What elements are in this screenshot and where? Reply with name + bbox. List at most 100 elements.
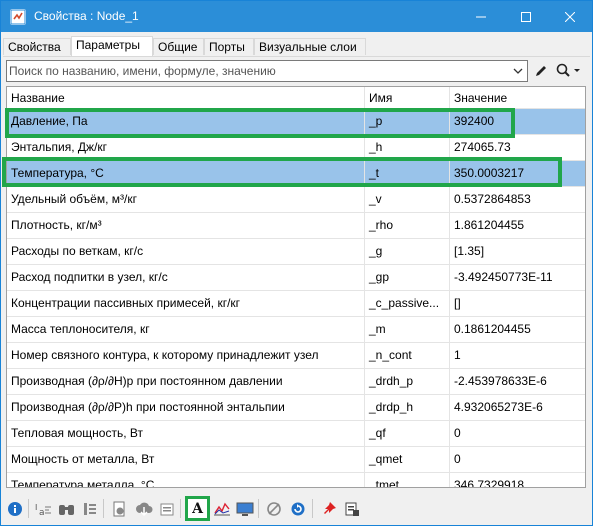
param-value-cell[interactable]: 274065.73 — [450, 135, 585, 160]
param-id-cell: _drdp_h — [365, 395, 450, 420]
svg-text:I: I — [35, 503, 37, 512]
pin-icon[interactable] — [319, 499, 338, 518]
info-icon[interactable] — [5, 499, 24, 518]
table-row[interactable]: Расходы по веткам, кг/с _g [1.35] — [7, 239, 585, 265]
toolbar-separator — [28, 499, 29, 518]
sort-alpha-icon[interactable]: Ia — [34, 499, 53, 518]
param-name-cell: Плотность, кг/м³ — [7, 213, 365, 238]
edit-formula-button[interactable] — [531, 61, 551, 81]
table-row[interactable]: Тепловая мощность, Вт _qf 0 — [7, 421, 585, 447]
close-button[interactable] — [547, 1, 592, 32]
font-icon[interactable]: A — [185, 496, 210, 521]
param-name-cell: Масса теплоносителя, кг — [7, 317, 365, 342]
list-icon[interactable] — [80, 499, 99, 518]
param-value-cell[interactable]: -3.492450773E-11 — [450, 265, 585, 290]
param-id-cell: _p — [365, 109, 450, 134]
download-icon[interactable] — [134, 499, 153, 518]
document-settings-icon[interactable] — [109, 499, 128, 518]
param-value-cell[interactable]: 0 — [450, 447, 585, 472]
search-options-button[interactable] — [554, 61, 584, 81]
cancel-icon[interactable] — [264, 499, 283, 518]
param-name-cell: Расходы по веткам, кг/с — [7, 239, 365, 264]
param-name-cell: Мощность от металла, Вт — [7, 447, 365, 472]
param-value-cell[interactable]: [] — [450, 291, 585, 316]
pencil-icon — [536, 66, 546, 76]
table-row[interactable]: Производная (∂ρ/∂H)p при постоянном давл… — [7, 369, 585, 395]
chart-icon[interactable] — [212, 499, 231, 518]
table-row[interactable]: Мощность от металла, Вт _qmet 0 — [7, 447, 585, 473]
param-id-cell: _c_passive... — [365, 291, 450, 316]
title-bar[interactable]: Свойства : Node_1 — [1, 1, 592, 32]
tab-properties[interactable]: Свойства — [3, 38, 71, 55]
print-icon[interactable] — [342, 499, 361, 518]
chevron-down-icon[interactable] — [511, 64, 525, 78]
param-id-cell: _m — [365, 317, 450, 342]
param-name-cell: Производная (∂ρ/∂P)h при постоянной энта… — [7, 395, 365, 420]
toolbar-separator — [103, 499, 104, 518]
app-icon — [10, 9, 26, 25]
refresh-icon[interactable] — [288, 499, 307, 518]
param-id-cell: _g — [365, 239, 450, 264]
table-row[interactable]: Удельный объём, м³/кг _v 0.5372864853 — [7, 187, 585, 213]
table-row[interactable]: Плотность, кг/м³ _rho 1.861204455 — [7, 213, 585, 239]
header-value[interactable]: Значение — [450, 87, 585, 108]
tab-general[interactable]: Общие — [153, 38, 204, 55]
minimize-icon — [475, 16, 486, 17]
monitor-icon[interactable] — [235, 499, 254, 518]
tab-visual-layers[interactable]: Визуальные слои — [254, 38, 366, 55]
param-name-cell: Производная (∂ρ/∂H)p при постоянном давл… — [7, 369, 365, 394]
maximize-button[interactable] — [503, 1, 548, 32]
header-name[interactable]: Название — [7, 87, 365, 108]
table-row[interactable]: Энтальпия, Дж/кг _h 274065.73 — [7, 135, 585, 161]
table-row[interactable]: Расход подпитки в узел, кг/с _gp -3.492450… — [7, 265, 585, 291]
tab-ports[interactable]: Порты — [204, 38, 254, 55]
table-header: Название Имя Значение — [7, 87, 585, 109]
param-id-cell: _n_cont — [365, 343, 450, 368]
param-name-cell: Номер связного контура, к которому прина… — [7, 343, 365, 368]
table-row[interactable]: Номер связного контура, к которому прина… — [7, 343, 585, 369]
toolbar-separator — [258, 499, 259, 518]
param-value-cell[interactable]: 0.1861204455 — [450, 317, 585, 342]
maximize-icon — [520, 11, 531, 22]
search-input[interactable] — [9, 62, 509, 80]
param-value-cell[interactable]: 0.5372864853 — [450, 187, 585, 212]
table-row[interactable]: Производная (∂ρ/∂P)h при постоянной энта… — [7, 395, 585, 421]
properties-window: Свойства : Node_1 Свойства Параметры Общ… — [0, 0, 593, 526]
param-id-cell: _gp — [365, 265, 450, 290]
param-value-cell[interactable]: [1.35] — [450, 239, 585, 264]
param-name-cell: Энтальпия, Дж/кг — [7, 135, 365, 160]
tab-strip: Свойства Параметры Общие Порты Визуальны… — [3, 36, 590, 56]
table-row[interactable]: Давление, Па _p 392400 — [7, 109, 585, 135]
param-value-cell[interactable]: 1.861204455 — [450, 213, 585, 238]
tab-divider — [3, 56, 590, 57]
param-name-cell: Температура металла, °С — [7, 473, 365, 487]
table-row[interactable]: Концентрации пассивных примесей, кг/кг _c… — [7, 291, 585, 317]
minimize-button[interactable] — [458, 1, 503, 32]
upload-icon[interactable] — [157, 499, 176, 518]
param-id-cell: _qf — [365, 421, 450, 446]
param-value-cell[interactable]: 392400 — [450, 109, 585, 134]
param-value-cell[interactable]: 346.7329918 — [450, 473, 585, 487]
binoculars-icon[interactable] — [57, 499, 76, 518]
header-id[interactable]: Имя — [365, 87, 450, 108]
param-value-cell[interactable]: -2.453978633E-6 — [450, 369, 585, 394]
param-name-cell: Давление, Па — [7, 109, 365, 134]
window-title: Свойства : Node_1 — [34, 9, 139, 23]
param-value-cell[interactable]: 350.0003217 — [450, 161, 585, 186]
param-name-cell: Температура, °С — [7, 161, 365, 186]
param-value-cell[interactable]: 0 — [450, 421, 585, 446]
param-value-cell[interactable]: 1 — [450, 343, 585, 368]
param-name-cell: Тепловая мощность, Вт — [7, 421, 365, 446]
search-icon — [556, 63, 580, 77]
bottom-toolbar: Ia A — [1, 493, 592, 525]
table-row[interactable]: Масса теплоносителя, кг _m 0.1861204455 — [7, 317, 585, 343]
tab-parameters[interactable]: Параметры — [71, 36, 153, 56]
search-box[interactable] — [6, 60, 528, 82]
table-row[interactable]: Температура металла, °С _tmet 346.7329918 — [7, 473, 585, 487]
table-row[interactable]: Температура, °С _t 350.0003217 — [7, 161, 585, 187]
param-value-cell[interactable]: 4.932065273E-6 — [450, 395, 585, 420]
param-id-cell: _h — [365, 135, 450, 160]
param-id-cell: _t — [365, 161, 450, 186]
param-id-cell: _v — [365, 187, 450, 212]
param-id-cell: _rho — [365, 213, 450, 238]
